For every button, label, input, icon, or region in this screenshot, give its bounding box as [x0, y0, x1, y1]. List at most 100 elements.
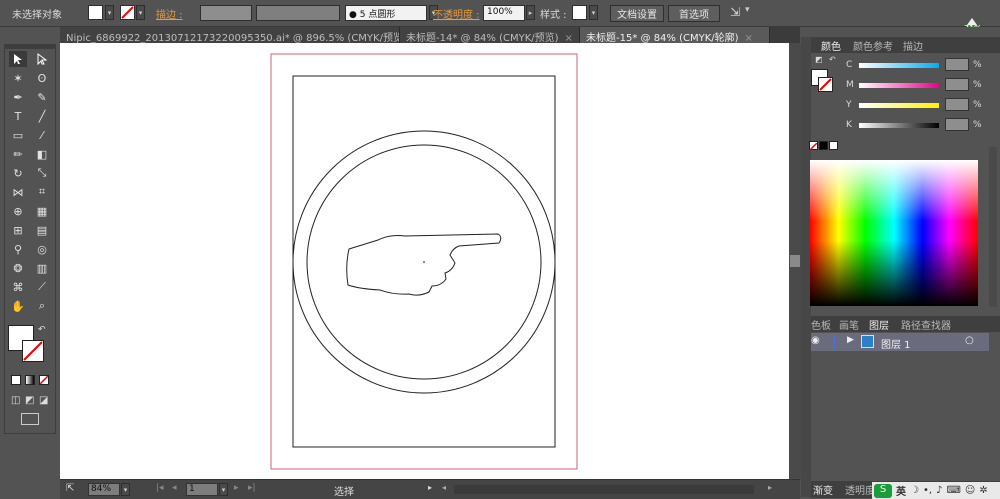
- fill-dropdown[interactable]: ▾: [105, 5, 114, 20]
- color-spectrum[interactable]: [810, 160, 978, 306]
- selection-tool-icon[interactable]: [9, 51, 27, 67]
- tab-document-2[interactable]: 未标题-14* @ 84% (CMYK/预览) ×: [400, 27, 580, 43]
- brush-definition-field[interactable]: ● 5 点圆形: [345, 5, 427, 21]
- color-mode-icon[interactable]: [11, 375, 21, 385]
- document-canvas[interactable]: [60, 43, 789, 479]
- rectangle-tool-icon[interactable]: ▭: [9, 127, 27, 143]
- stroke-weight-field[interactable]: [200, 5, 252, 21]
- hand-tool-icon[interactable]: ✋: [9, 298, 27, 314]
- tab-stroke[interactable]: 描边: [903, 38, 923, 53]
- magenta-value-field[interactable]: [945, 78, 969, 91]
- default-colors-icon[interactable]: ◩: [815, 55, 823, 64]
- black-slider[interactable]: [859, 123, 939, 128]
- black-value-field[interactable]: [945, 118, 969, 131]
- white-swatch[interactable]: [829, 141, 838, 150]
- pencil-tool-icon[interactable]: ✏: [9, 146, 27, 162]
- eyedropper-icon[interactable]: ⚲: [9, 241, 27, 257]
- tab-pathfinder[interactable]: 路径查找器: [901, 317, 951, 332]
- user-icon[interactable]: ☺: [965, 485, 975, 496]
- next-page-icon[interactable]: ▸: [234, 483, 239, 493]
- scroll-left-icon[interactable]: ◂: [442, 483, 446, 492]
- perspective-grid-icon[interactable]: ▦: [33, 203, 51, 219]
- page-field[interactable]: 1: [186, 483, 218, 496]
- expand-arrow-icon[interactable]: ▶: [847, 335, 854, 345]
- close-icon[interactable]: ×: [565, 33, 573, 43]
- stroke-label[interactable]: 描边 :: [156, 6, 183, 21]
- screen-mode-icon[interactable]: [21, 413, 39, 425]
- preferences-button[interactable]: 首选项: [668, 5, 720, 22]
- magenta-slider[interactable]: [859, 83, 939, 88]
- drawing-mode-icon[interactable]: ◫: [11, 395, 20, 406]
- zoom-tool-icon[interactable]: ⌕: [33, 298, 51, 314]
- shape-builder-icon[interactable]: ⊕: [9, 203, 27, 219]
- curvature-tool-icon[interactable]: ✎: [33, 89, 51, 105]
- direct-selection-tool-icon[interactable]: [33, 51, 51, 67]
- zoom-field[interactable]: 84%: [88, 483, 120, 496]
- gradient-tool-icon[interactable]: ▤: [33, 222, 51, 238]
- cyan-slider[interactable]: [859, 63, 939, 68]
- opacity-dropdown[interactable]: ▸: [526, 5, 535, 20]
- microphone-icon[interactable]: ♪: [936, 485, 942, 496]
- fill-swatch[interactable]: [88, 5, 103, 20]
- lasso-icon[interactable]: ʘ: [33, 70, 51, 86]
- close-icon[interactable]: ×: [745, 33, 753, 43]
- stroke-dropdown[interactable]: ▾: [136, 5, 145, 20]
- swap-colors-icon[interactable]: ↶: [829, 55, 836, 64]
- tools-icon[interactable]: ✲: [979, 485, 987, 496]
- panel-stroke-box[interactable]: [818, 77, 833, 92]
- style-swatch[interactable]: [572, 5, 587, 20]
- cyan-value-field[interactable]: [945, 58, 969, 71]
- magic-wand-icon[interactable]: ✶: [9, 70, 27, 86]
- symbol-sprayer-icon[interactable]: ❂: [9, 260, 27, 276]
- scale-tool-icon[interactable]: ⤡: [33, 165, 51, 181]
- zoom-dropdown[interactable]: ▾: [121, 483, 130, 496]
- tab-gradient[interactable]: 渐变: [813, 482, 833, 497]
- status-menu-icon[interactable]: ▸: [428, 483, 432, 492]
- tab-document-1[interactable]: Nipic_6869922_20130712173220095350.ai* @…: [60, 27, 400, 43]
- variable-width-field[interactable]: [256, 5, 340, 21]
- tab-transparency[interactable]: 透明度: [845, 482, 875, 497]
- style-dropdown[interactable]: ▾: [589, 5, 598, 20]
- rotate-tool-icon[interactable]: ↻: [9, 165, 27, 181]
- panel-menu-icon[interactable]: ▾: [745, 5, 750, 15]
- tab-color-guide[interactable]: 颜色参考: [853, 38, 893, 53]
- eye-icon[interactable]: ◉: [811, 335, 820, 346]
- scrollbar-thumb[interactable]: [790, 255, 800, 267]
- free-transform-icon[interactable]: ⌗: [33, 184, 51, 200]
- swap-colors-icon[interactable]: ↶: [38, 325, 46, 335]
- none-mode-icon[interactable]: [39, 375, 49, 385]
- vertical-scrollbar[interactable]: [789, 43, 801, 479]
- punctuation-icon[interactable]: •,: [923, 485, 932, 496]
- export-icon[interactable]: ⇱: [66, 483, 74, 494]
- paintbrush-icon[interactable]: ⁄: [33, 127, 51, 143]
- layer-row[interactable]: ◉ ▶ 图层 1 ○: [811, 333, 989, 351]
- first-page-icon[interactable]: |◂: [156, 483, 164, 493]
- type-tool-icon[interactable]: T: [9, 108, 27, 124]
- keyboard-icon[interactable]: ⌨: [946, 485, 960, 496]
- draw-inside-icon[interactable]: ◪: [39, 395, 48, 406]
- stroke-swatch[interactable]: [120, 5, 135, 20]
- yellow-value-field[interactable]: [945, 98, 969, 111]
- stroke-color-box[interactable]: [22, 340, 44, 362]
- page-dropdown[interactable]: ▾: [219, 483, 228, 496]
- opacity-field[interactable]: 100%: [483, 5, 525, 21]
- scroll-right-icon[interactable]: ▸: [768, 483, 772, 492]
- target-icon[interactable]: ○: [965, 335, 974, 346]
- gradient-mode-icon[interactable]: [25, 375, 35, 385]
- horizontal-scrollbar[interactable]: [454, 485, 754, 494]
- tools-panel-header[interactable]: [5, 45, 55, 49]
- mesh-tool-icon[interactable]: ⊞: [9, 222, 27, 238]
- eraser-tool-icon[interactable]: ◧: [33, 146, 51, 162]
- ime-mode[interactable]: 英: [896, 483, 906, 498]
- tab-color[interactable]: 颜色: [821, 38, 841, 53]
- graph-tool-icon[interactable]: ▥: [33, 260, 51, 276]
- yellow-slider[interactable]: [859, 103, 939, 108]
- artboard-tool-icon[interactable]: ⌘: [9, 279, 27, 295]
- tab-brushes[interactable]: 画笔: [839, 317, 859, 332]
- prev-page-icon[interactable]: ◂: [172, 483, 177, 493]
- arrange-icon[interactable]: ⇲: [730, 5, 740, 19]
- slice-tool-icon[interactable]: ⟋: [33, 279, 51, 295]
- document-settings-button[interactable]: 文档设置: [610, 5, 664, 22]
- line-tool-icon[interactable]: ╱: [33, 108, 51, 124]
- sogou-logo-icon[interactable]: S: [874, 483, 892, 498]
